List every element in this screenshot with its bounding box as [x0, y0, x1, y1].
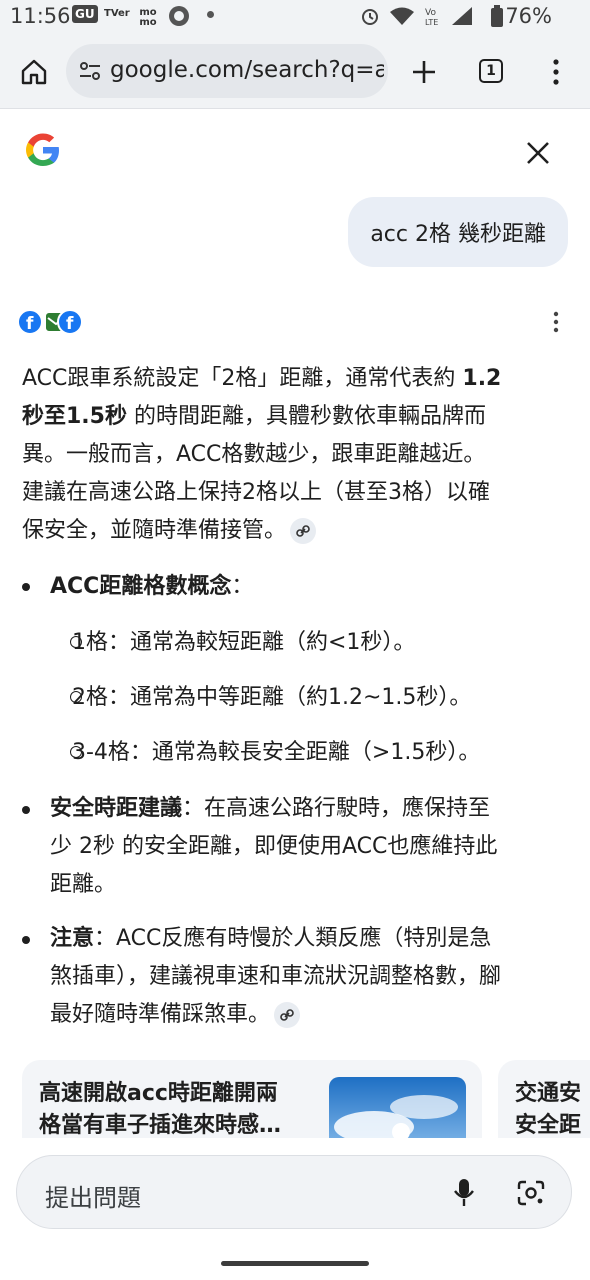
svg-text:LTE: LTE	[425, 18, 438, 27]
list-item-title: ACC距離格數概念	[50, 574, 232, 599]
answer-text: 異。一般而言，ACC格數越少，跟車距離越近。	[22, 442, 486, 467]
sub-list-item: 2格：通常為中等距離（約1.2~1.5秒）。	[72, 685, 472, 710]
browser-toolbar: google.com/search?q=a 1	[0, 36, 590, 109]
notification-dot-icon	[207, 11, 214, 18]
list-item-text: 最好隨時準備踩煞車。	[50, 1002, 271, 1027]
microphone-icon[interactable]	[453, 1178, 475, 1208]
home-icon[interactable]	[20, 58, 48, 86]
alarm-icon	[362, 9, 378, 25]
source-card[interactable]: 交通安 安全距	[498, 1060, 590, 1138]
card-title-line: 交通安	[515, 1081, 582, 1106]
svg-text:Vo: Vo	[425, 8, 436, 18]
card-title-line: 格當有車子插進來時感…	[39, 1113, 282, 1138]
starbucks-icon	[169, 6, 189, 26]
answer-bold: 1.2	[462, 366, 502, 391]
card-title-line: 高速開啟acc時距離開兩	[39, 1081, 278, 1106]
sub-list-item: 3-4格：通常為較長安全距離（>1.5秒）。	[72, 740, 481, 765]
bullet-marker	[22, 936, 30, 944]
list-item-text: ：	[231, 574, 254, 599]
volte-icon: VoLTE	[425, 8, 438, 27]
answer-bold: 秒至1.5秒	[22, 404, 127, 429]
new-tab-icon[interactable]	[411, 59, 437, 85]
user-query-bubble: acc 2格 幾秒距離	[348, 197, 568, 267]
source-card[interactable]: 高速開啟acc時距離開兩 格當有車子插進來時感…	[22, 1060, 482, 1138]
tab-switcher-button[interactable]: 1	[479, 59, 503, 83]
source-favicons-icon[interactable]: f f	[17, 308, 83, 336]
user-query-text: acc 2格 幾秒距離	[370, 222, 546, 247]
close-icon[interactable]	[526, 141, 550, 165]
source-card-title: 高速開啟acc時距離開兩 格當有車子插進來時感…	[39, 1078, 281, 1138]
source-link-button[interactable]	[274, 1002, 301, 1028]
app-notification-icon-gu: GU	[72, 5, 98, 23]
source-card-title: 交通安 安全距	[515, 1078, 581, 1138]
svg-text:f: f	[66, 314, 74, 334]
answer-text: 保安全，並隨時準備接管。	[22, 518, 287, 543]
answer-options-icon[interactable]	[551, 311, 561, 333]
gesture-nav-handle[interactable]	[221, 1261, 369, 1266]
list-item-title: 安全時距建議	[50, 796, 183, 821]
sub-list-item: 1格：通常為較短距離（約<1秒）。	[72, 630, 416, 655]
wifi-icon	[390, 7, 414, 25]
source-card-thumbnail	[329, 1077, 466, 1138]
address-bar[interactable]: google.com/search?q=a	[66, 44, 388, 98]
site-settings-icon[interactable]	[78, 59, 102, 83]
google-lens-icon[interactable]	[517, 1180, 545, 1206]
answer-text: 的時間距離，具體秒數依車輛品牌而	[126, 404, 486, 429]
ask-input[interactable]: 提出問題	[16, 1155, 572, 1229]
google-logo-icon	[26, 133, 59, 166]
link-icon	[296, 525, 310, 537]
list-item-text: ：ACC反應有時慢於人類反應（特別是急	[94, 926, 492, 951]
status-bar: 11:56 GU TVer mo mo Vo LTE 76%	[0, 0, 590, 36]
url-text[interactable]: google.com/search?q=a	[110, 57, 384, 83]
signal-icon	[452, 7, 472, 25]
tab-count: 1	[486, 63, 496, 79]
card-title-line: 安全距	[515, 1113, 582, 1138]
list-item-text: 煞插車），建議視車速和車流狀況調整格數，腳	[50, 964, 502, 989]
battery-icon	[491, 5, 503, 27]
clock: 11:56	[10, 4, 71, 28]
bottom-bar: 提出問題	[0, 1138, 590, 1280]
answer-text: ACC跟車系統設定「2格」距離，通常代表約	[22, 366, 463, 391]
ask-placeholder: 提出問題	[45, 1184, 141, 1212]
list-item-text: ：在高速公路行駛時，應保持至	[182, 796, 491, 821]
battery-percent: 76%	[505, 4, 552, 28]
list-item-text: 距離。	[50, 872, 117, 897]
link-icon	[280, 1009, 294, 1021]
bullet-marker	[22, 806, 30, 814]
more-options-icon[interactable]	[551, 58, 561, 86]
answer-text: 建議在高速公路上保持2格以上（甚至3格）以確	[22, 480, 490, 505]
source-link-button[interactable]	[290, 518, 317, 544]
svg-text:f: f	[26, 314, 34, 334]
list-item-text: 少 2秒 的安全距離，即便使用ACC也應維持此	[50, 834, 498, 859]
app-notification-icon-tver: TVer	[104, 8, 130, 19]
bullet-marker	[22, 583, 30, 591]
ai-answer-paragraph: ACC跟車系統設定「2格」距離，通常代表約 1.2 秒至1.5秒 的時間距離，具…	[22, 360, 562, 550]
list-item-title: 注意	[50, 926, 95, 951]
app-notification-icon-momo: mo mo	[139, 7, 157, 28]
